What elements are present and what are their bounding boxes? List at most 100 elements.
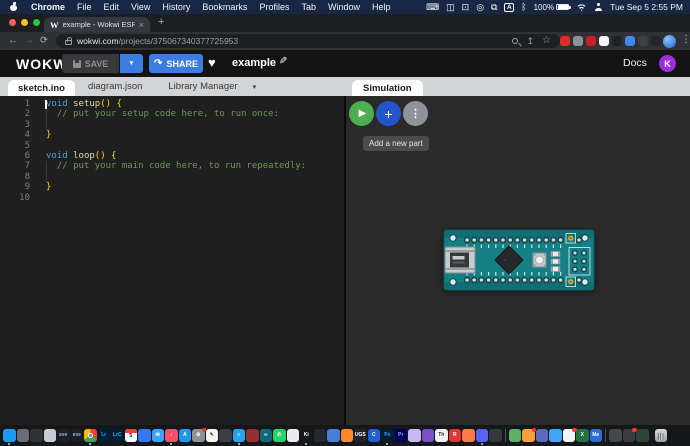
dock-executable[interactable]: exe (57, 429, 70, 442)
arduino-nano-board[interactable] (443, 228, 595, 292)
new-tab-button[interactable]: + (158, 16, 164, 28)
dock-finder[interactable] (3, 429, 16, 442)
dock-app[interactable] (563, 429, 576, 442)
extension-dark-icon[interactable] (651, 36, 661, 46)
zoom-indicator-icon[interactable] (512, 38, 518, 44)
menu-bookmarks[interactable]: Bookmarks (202, 2, 247, 12)
menu-edit[interactable]: Edit (104, 2, 120, 12)
extension-timer-icon[interactable] (612, 36, 622, 46)
profile-avatar[interactable] (663, 35, 676, 48)
dock-system-settings[interactable]: ⚙ (192, 429, 205, 442)
dock-trash[interactable] (655, 429, 668, 442)
docs-link[interactable]: Docs (623, 57, 647, 69)
dock-excel[interactable]: X (576, 429, 589, 442)
extension-mail-icon[interactable] (586, 36, 596, 46)
keyboard-icon[interactable]: ⌨ (426, 3, 439, 12)
dock-calendar[interactable]: 5 (125, 429, 138, 442)
save-button[interactable]: SAVE (62, 54, 119, 73)
dock-notes[interactable]: ✎ (206, 429, 219, 442)
dock-executable[interactable]: exe (71, 429, 84, 442)
dock-app[interactable] (138, 429, 151, 442)
dock-music[interactable]: ♪ (165, 429, 178, 442)
display-icon[interactable]: ⊡ (462, 3, 470, 12)
menubar-clock[interactable]: Tue Sep 5 2:55 PM (610, 2, 683, 12)
dock-app-store[interactable]: A (179, 429, 192, 442)
bluetooth-icon[interactable]: ᛒ (521, 3, 526, 12)
dock-chrome[interactable] (84, 429, 97, 442)
bookmark-star-icon[interactable]: ☆ (542, 36, 551, 46)
extension-icon[interactable] (573, 36, 583, 46)
menu-history[interactable]: History (162, 2, 190, 12)
dock-app[interactable] (341, 429, 354, 442)
wifi-icon[interactable] (576, 3, 587, 11)
dock-vscode[interactable]: ‹› (233, 429, 246, 442)
tab-sketch-ino[interactable]: sketch.ino (8, 80, 75, 96)
menu-file[interactable]: File (77, 2, 92, 12)
dock-app[interactable] (44, 429, 57, 442)
minimize-window-button[interactable] (21, 19, 28, 26)
back-button[interactable]: ← (8, 35, 18, 47)
dock-discord[interactable] (476, 429, 489, 442)
dock-app[interactable] (30, 429, 43, 442)
dock-screen-capture[interactable] (636, 429, 649, 442)
input-source-icon[interactable]: A (504, 3, 514, 12)
save-dropdown-button[interactable]: ▼ (120, 54, 143, 73)
tab-diagram-json[interactable]: diagram.json (75, 77, 155, 96)
simulation-menu-button[interactable]: ⋮ (403, 101, 428, 126)
dock-lightroom[interactable]: Lr (98, 429, 111, 442)
user-avatar[interactable]: K (659, 55, 676, 72)
dock-mail[interactable]: ✉ (152, 429, 165, 442)
close-window-button[interactable] (9, 19, 16, 26)
dock-app[interactable] (623, 429, 636, 442)
address-bar[interactable]: wokwi.com/projects/375067340377725953 ↥ … (56, 34, 560, 48)
close-tab-icon[interactable]: × (139, 20, 144, 30)
dock-capture-one[interactable]: C (368, 429, 381, 442)
dock-whatsapp[interactable]: ✆ (273, 429, 286, 442)
dock-app[interactable] (462, 429, 475, 442)
menu-view[interactable]: View (131, 2, 150, 12)
dock-photoshop[interactable]: Ps (381, 429, 394, 442)
menu-help[interactable]: Help (372, 2, 391, 12)
dock-app[interactable] (408, 429, 421, 442)
browser-menu-icon[interactable]: ⋮ (681, 34, 690, 45)
extension-drive-icon[interactable] (625, 36, 635, 46)
extensions-puzzle-icon[interactable] (638, 36, 648, 46)
dock-app[interactable] (522, 429, 535, 442)
zoom-window-button[interactable] (33, 19, 40, 26)
reload-button[interactable]: ⟳ (40, 35, 48, 47)
like-heart-icon[interactable]: ♥ (208, 55, 216, 70)
stage-manager-icon[interactable]: ⧉ (491, 3, 497, 12)
extension-pdf-icon[interactable] (599, 36, 609, 46)
dock-github[interactable] (314, 429, 327, 442)
dock-kicad[interactable]: Ki (300, 429, 313, 442)
menu-window[interactable]: Window (328, 2, 360, 12)
forward-button[interactable]: → (24, 35, 34, 47)
edit-title-pencil-icon[interactable]: ✎ (279, 56, 287, 67)
dock-arduino-ide[interactable]: ∞ (260, 429, 273, 442)
dock-app[interactable] (17, 429, 30, 442)
screen-record-icon[interactable]: ◎ (476, 3, 484, 12)
apple-logo-icon[interactable] (10, 3, 17, 11)
share-icon[interactable]: ↥ (526, 37, 534, 46)
extension-record-icon[interactable] (560, 36, 570, 46)
user-switch-icon[interactable] (594, 3, 603, 11)
dock-app[interactable] (422, 429, 435, 442)
add-part-button[interactable]: + (376, 101, 401, 126)
menu-tab[interactable]: Tab (301, 2, 316, 12)
dock-thonny[interactable]: Th (435, 429, 448, 442)
dock-premiere[interactable]: Pr (395, 429, 408, 442)
menu-profiles[interactable]: Profiles (259, 2, 289, 12)
dock-design-tool[interactable] (287, 429, 300, 442)
browser-tab[interactable]: W example - Wokwi ESP32, STM… × (44, 17, 150, 32)
window-tiling-icon[interactable]: ◫ (446, 3, 455, 12)
tab-library-manager[interactable]: Library Manager (155, 77, 250, 96)
dock-app[interactable]: Me (590, 429, 603, 442)
code-editor[interactable]: 1void setup() {2 // put your setup code … (0, 96, 344, 425)
dock-lightroom-classic[interactable]: LrC (111, 429, 124, 442)
dock-app[interactable]: R (449, 429, 462, 442)
dock-app[interactable] (536, 429, 549, 442)
dock-ugs[interactable]: UGS (354, 429, 367, 442)
menu-chrome[interactable]: Chrome (31, 2, 65, 12)
dock-books[interactable] (246, 429, 259, 442)
lock-icon[interactable] (65, 40, 72, 45)
